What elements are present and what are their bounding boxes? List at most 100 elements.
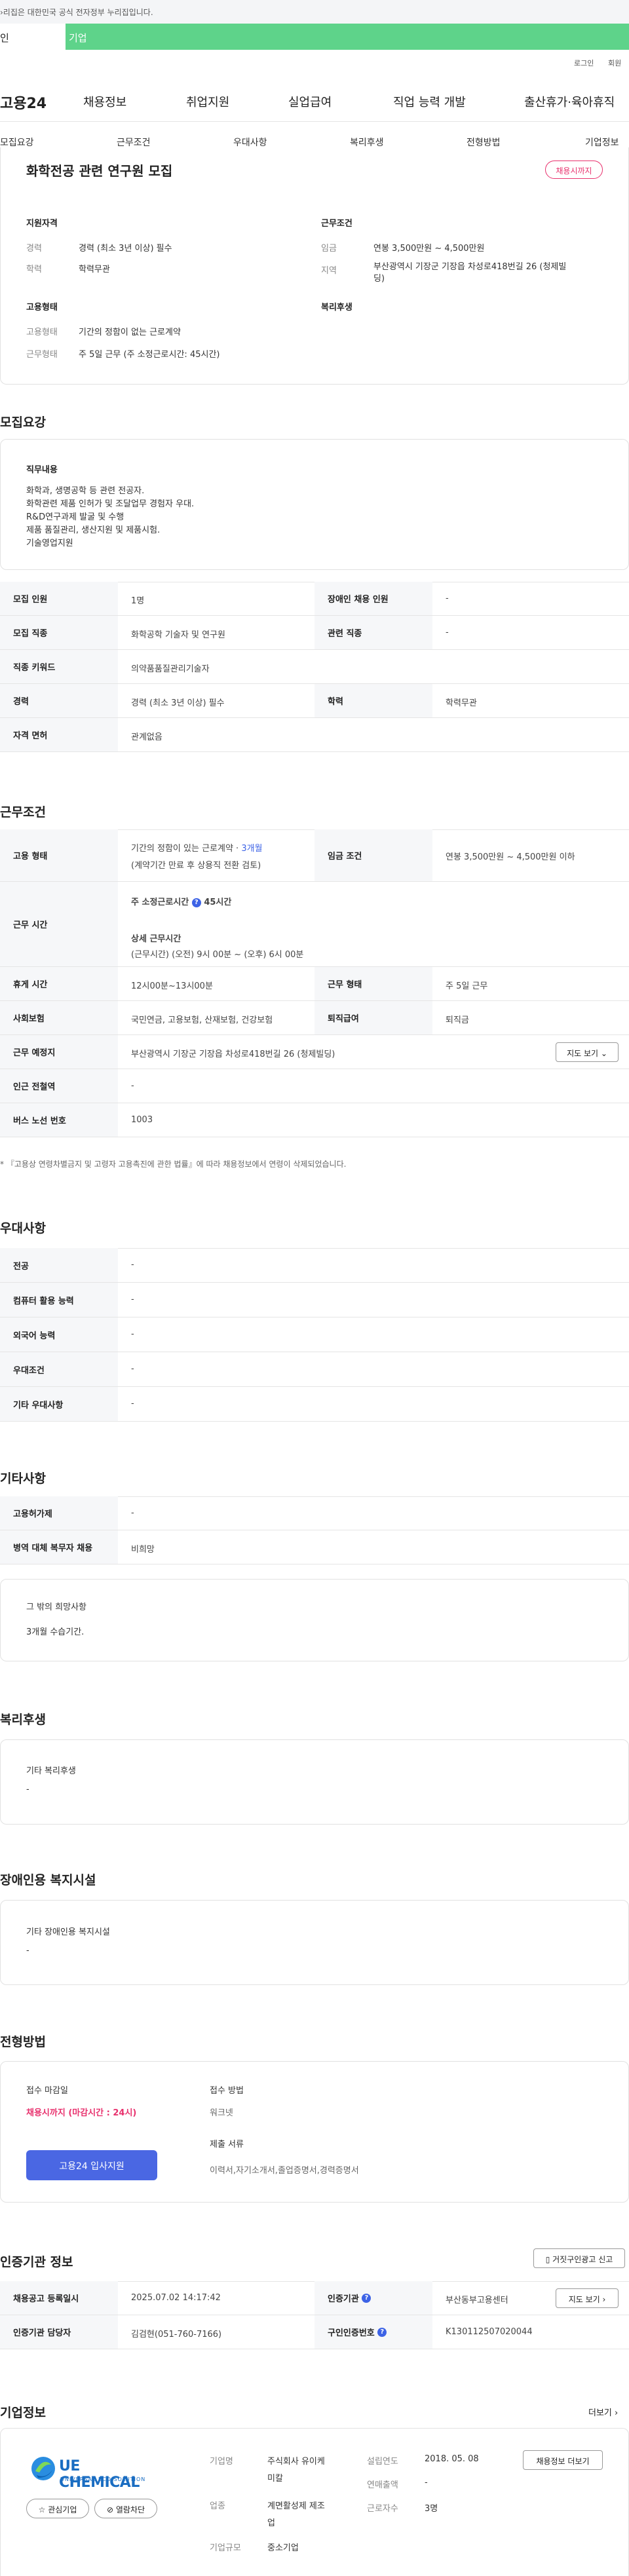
company-logo: UE CHEMICAL UNIVERSAL ECO SOLUTION bbox=[26, 2453, 164, 2491]
info-icon[interactable]: ? bbox=[362, 2293, 372, 2303]
report-fake-ad-button[interactable]: ▯ 거짓구인광고 신고 bbox=[533, 2248, 625, 2268]
apply-button[interactable]: 고용24 입사지원 bbox=[26, 2150, 157, 2180]
section-pref-heading: 우대사항 bbox=[0, 1221, 46, 1236]
row-label: 인증기관 ? bbox=[314, 2281, 432, 2315]
document-icon: ▯ bbox=[545, 2255, 550, 2264]
emp-form-label: 근무형태 bbox=[26, 350, 58, 360]
row-label: 경력 bbox=[0, 684, 118, 717]
row-value: 퇴직금 bbox=[446, 1015, 469, 1025]
row-label: 컴퓨터 활용 능력 bbox=[0, 1283, 118, 1317]
login-link[interactable]: 로그인 bbox=[574, 58, 594, 68]
table-row: 모집 인원 1명 장애인 채용 인원 - bbox=[0, 582, 629, 616]
tab-personal[interactable]: 인 bbox=[0, 24, 66, 50]
company-jobs-more-button[interactable]: 채용정보 더보기 bbox=[523, 2450, 603, 2470]
row-label: 고용 형태 bbox=[0, 829, 118, 881]
block-icon: ⊘ bbox=[106, 2505, 114, 2514]
deadline-badge: 채용시까지 bbox=[545, 161, 603, 179]
table-row: 인증기관 담당자 김검현(051-760-7166) 구인인증번호 ? K130… bbox=[0, 2315, 629, 2349]
row-label: 근무 형태 bbox=[314, 967, 432, 1000]
row-value: - bbox=[131, 1399, 134, 1409]
chevron-down-icon: ⌄ bbox=[600, 1049, 607, 1058]
signup-link[interactable]: 회원 bbox=[608, 58, 621, 68]
row-label: 인근 전철역 bbox=[0, 1069, 118, 1103]
company-more-label: 더보기 bbox=[588, 2408, 612, 2418]
detail-hours-label: 상세 근무시간 bbox=[131, 934, 181, 944]
row-label: 퇴직급여 bbox=[314, 1001, 432, 1034]
welfare-other-value: - bbox=[26, 1785, 29, 1794]
gnb-item-unemployment-benefit[interactable]: 실업급여 bbox=[288, 93, 332, 110]
company-industry-label: 업종 bbox=[210, 2501, 225, 2511]
table-row: 사회보험 국민연금, 고용보험, 산재보험, 건강보험 퇴직급여 퇴직금 bbox=[0, 1001, 629, 1035]
work-hours-line: 주 소정근로시간 ? 45시간 bbox=[131, 895, 231, 907]
duty-heading: 직무내용 bbox=[26, 465, 58, 475]
subnav-company[interactable]: 기업정보 bbox=[585, 136, 619, 149]
row-value: 부산동부고용센터 bbox=[446, 2296, 508, 2305]
site-logo[interactable]: 고용24 bbox=[0, 92, 47, 113]
company-sales-label: 연매출액 bbox=[367, 2480, 398, 2490]
gnb-item-parental-leave[interactable]: 출산휴가·육아휴직 bbox=[524, 93, 615, 110]
gnb-divider bbox=[0, 121, 629, 122]
duty-text: 화학과, 생명공학 등 관련 전공자. 화학관련 제품 인허가 및 조달업무 경… bbox=[26, 486, 195, 548]
company-more-link[interactable]: 더보기 › bbox=[588, 2406, 618, 2418]
tab-business[interactable]: 기업 bbox=[66, 24, 629, 50]
qual-edu-label: 학력 bbox=[26, 265, 42, 275]
hope-value: 3개월 수습기간. bbox=[26, 1627, 85, 1637]
contract-period: 3개월 bbox=[241, 844, 263, 854]
table-row: 모집 직종 화학공학 기술자 및 연구원 관련 직종 - bbox=[0, 616, 629, 650]
gov-notice-bar: ›리집은 대한민국 공식 전자정부 누리집입니다. bbox=[0, 0, 629, 24]
row-value: 김검현(051-760-7166) bbox=[131, 2330, 222, 2339]
hope-heading: 그 밖의 희망사항 bbox=[26, 1602, 86, 1612]
disabled-other-heading: 기타 장애인용 복지시설 bbox=[26, 1927, 110, 1937]
info-icon[interactable]: ? bbox=[191, 898, 201, 907]
subnav-work[interactable]: 근무조건 bbox=[117, 136, 151, 149]
agency-map-button[interactable]: 지도 보기 › bbox=[556, 2288, 619, 2308]
row-value: - bbox=[131, 1329, 134, 1339]
section-welfare-heading: 복리후생 bbox=[0, 1713, 46, 1727]
subnav-process[interactable]: 전형방법 bbox=[467, 136, 501, 149]
row-value: - bbox=[131, 1295, 134, 1304]
info-icon[interactable]: ? bbox=[377, 2327, 387, 2337]
deadline-value: 채용시까지 (마감시간 : 24시) bbox=[26, 2108, 137, 2118]
chevron-right-icon: › bbox=[615, 2408, 619, 2418]
welfare-summary-heading: 복리후생 bbox=[321, 303, 353, 313]
row-label: 우대조건 bbox=[0, 1352, 118, 1386]
cond-region-label: 지역 bbox=[321, 266, 337, 276]
row-label: 버스 노선 번호 bbox=[0, 1103, 118, 1137]
map-view-button[interactable]: 지도 보기 ⌄ bbox=[556, 1042, 619, 1062]
subnav-recruit[interactable]: 모집요강 bbox=[0, 136, 34, 149]
row-value: 1003 bbox=[131, 1115, 153, 1125]
disabled-other-value: - bbox=[26, 1946, 29, 1956]
gov-notice-text: ›리집은 대한민국 공식 전자정부 누리집입니다. bbox=[0, 8, 153, 17]
age-law-note: * 『고용상 연령차별금지 및 고령자 고용촉진에 관한 법률』에 따라 채용정… bbox=[0, 1160, 347, 1169]
chevron-right-icon: › bbox=[602, 2295, 606, 2304]
table-row: 병역 대체 복무자 채용 비희망 bbox=[0, 1530, 629, 1564]
company-name-label: 기업명 bbox=[210, 2457, 233, 2467]
block-view-button[interactable]: ⊘ 열람차단 bbox=[94, 2499, 157, 2518]
row-label: 구인인증번호 ? bbox=[314, 2315, 432, 2349]
gnb-item-skills[interactable]: 직업 능력 개발 bbox=[393, 93, 466, 110]
company-employees-label: 근로자수 bbox=[367, 2504, 398, 2514]
gnb-item-employment-support[interactable]: 취업지원 bbox=[186, 93, 229, 110]
table-row: 자격 면허 관계없음 bbox=[0, 718, 629, 752]
section-work-heading: 근무조건 bbox=[0, 805, 46, 820]
subnav-welfare[interactable]: 복리후생 bbox=[350, 136, 384, 149]
section-etc-heading: 기타사항 bbox=[0, 1471, 46, 1486]
section-company-heading: 기업정보 bbox=[0, 2406, 46, 2420]
gnb-item-jobs[interactable]: 채용정보 bbox=[83, 93, 126, 110]
row-label: 모집 인원 bbox=[0, 582, 118, 615]
hope-card bbox=[0, 1579, 629, 1661]
table-row: 우대조건 - bbox=[0, 1352, 629, 1387]
company-size-label: 기업규모 bbox=[210, 2543, 241, 2553]
docs-heading: 제출 서류 bbox=[210, 2140, 244, 2150]
qual-edu-value: 학력무관 bbox=[79, 265, 110, 275]
row-label: 기타 우대사항 bbox=[0, 1387, 118, 1421]
table-row: 외국어 능력 - bbox=[0, 1317, 629, 1352]
weekly-hours-label: 주 소정근로시간 bbox=[131, 898, 189, 907]
row-value: 경력 (최소 3년 이상) 필수 bbox=[131, 698, 225, 708]
qual-career-label: 경력 bbox=[26, 244, 42, 254]
table-row: 휴게 시간 12시00분~13시00분 근무 형태 주 5일 근무 bbox=[0, 967, 629, 1001]
star-icon: ☆ bbox=[38, 2505, 46, 2514]
subnav-pref[interactable]: 우대사항 bbox=[233, 136, 267, 149]
favorite-company-button[interactable]: ☆ 관심기업 bbox=[26, 2499, 89, 2518]
row-value: 2025.07.02 14:17:42 bbox=[131, 2293, 221, 2303]
